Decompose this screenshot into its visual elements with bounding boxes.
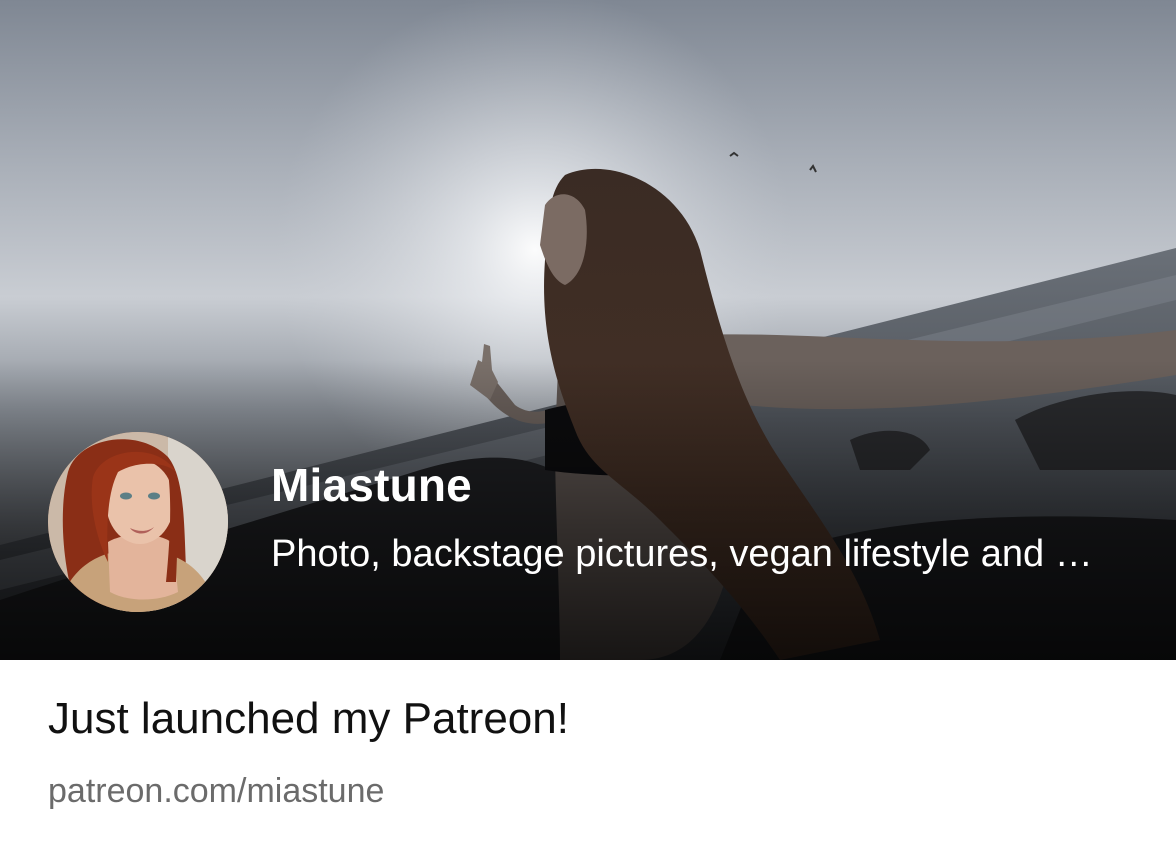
creator-avatar[interactable] bbox=[48, 432, 228, 612]
creator-name[interactable]: Miastune bbox=[271, 458, 472, 512]
avatar-photo-icon bbox=[48, 432, 228, 612]
link-preview-card[interactable]: Miastune Photo, backstage pictures, vega… bbox=[0, 0, 1176, 852]
creator-description: Photo, backstage pictures, vegan lifesty… bbox=[271, 533, 1106, 575]
post-title[interactable]: Just launched my Patreon! bbox=[48, 694, 569, 744]
post-url[interactable]: patreon.com/miastune bbox=[48, 772, 384, 811]
